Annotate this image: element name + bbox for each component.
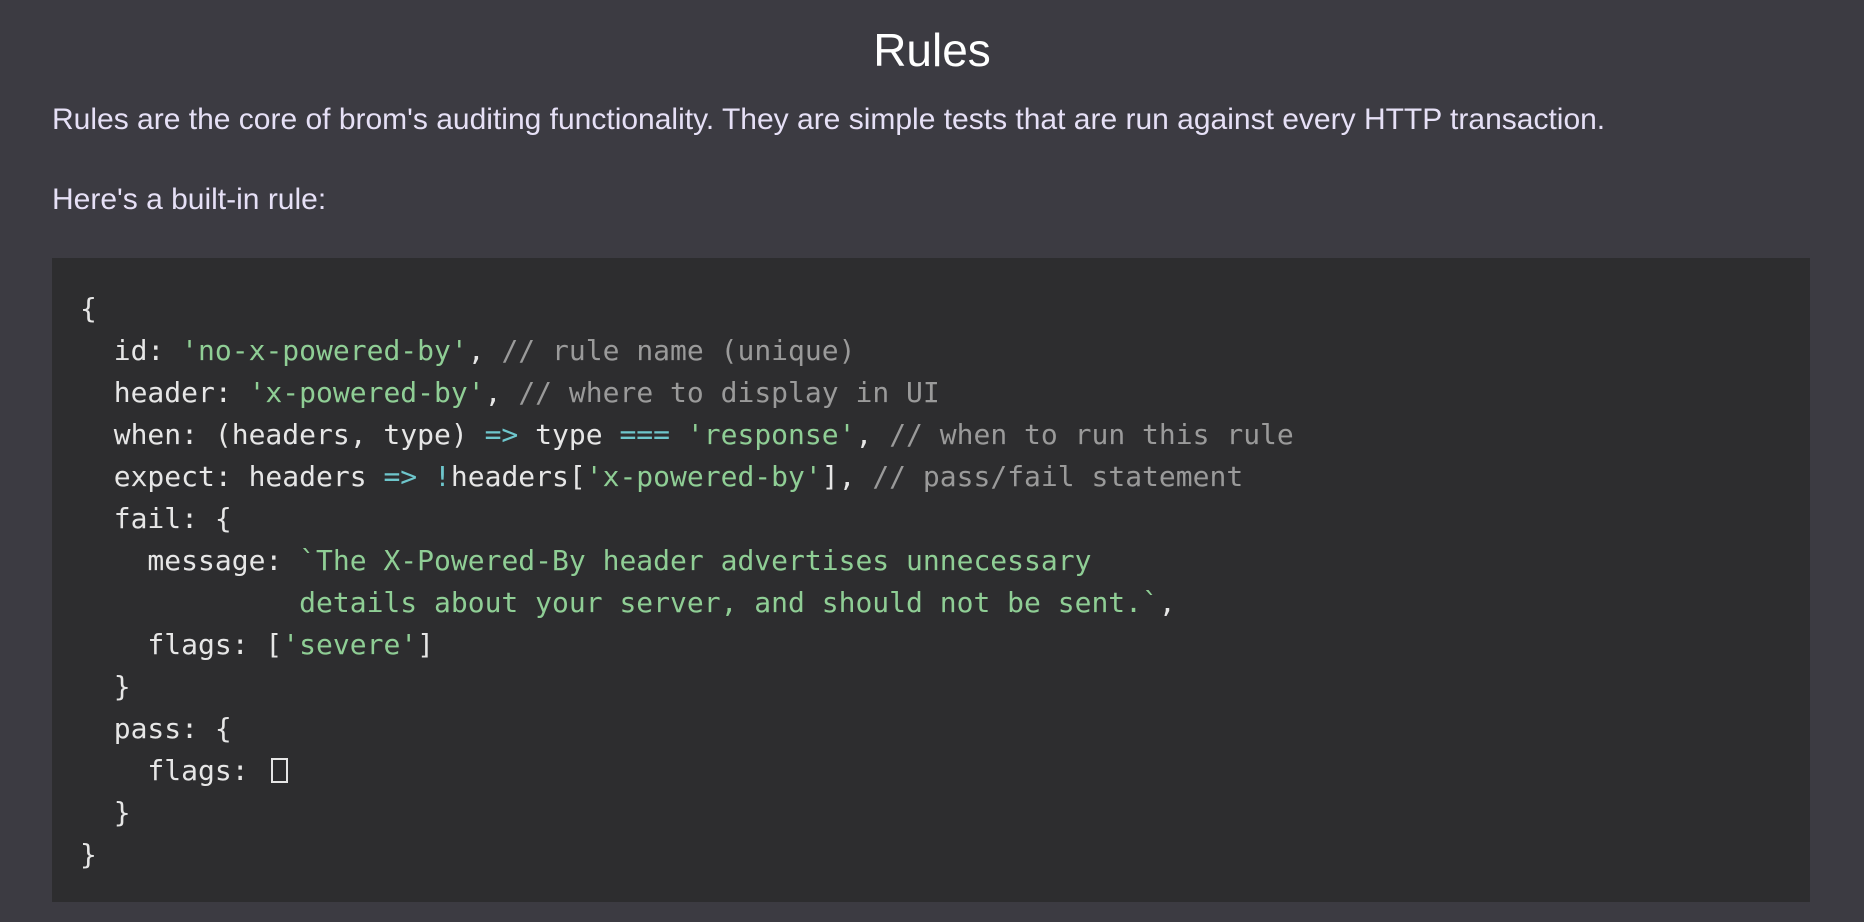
- code-line: pass: {: [80, 708, 1782, 750]
- code-operator: =>: [383, 460, 418, 493]
- code-text: flags:: [80, 754, 266, 787]
- code-text: expect: headers: [80, 460, 384, 493]
- lead-paragraph: Here's a built-in rule:: [52, 183, 327, 216]
- code-text: ],: [821, 460, 873, 493]
- code-text: id:: [80, 334, 182, 367]
- code-comment: // rule name (unique): [501, 334, 856, 367]
- code-line: message: `The X-Powered-By header advert…: [80, 540, 1782, 582]
- code-line: expect: headers => !headers['x-powered-b…: [80, 456, 1782, 498]
- code-line: }: [80, 666, 1782, 708]
- code-text: message:: [80, 544, 300, 577]
- code-text: ]: [417, 628, 435, 661]
- code-text: {: [80, 292, 97, 325]
- code-line: id: 'no-x-powered-by', // rule name (uni…: [80, 330, 1782, 372]
- code-text: pass: {: [80, 712, 232, 745]
- code-text: when: (headers, type): [80, 418, 485, 451]
- code-comment: // when to run this rule: [889, 418, 1294, 451]
- code-line: }: [80, 792, 1782, 834]
- code-line: }: [80, 834, 1782, 876]
- code-text: header:: [80, 376, 249, 409]
- code-text: headers[: [450, 460, 586, 493]
- code-operator: !: [434, 460, 451, 493]
- code-string: details about your server, and should no…: [80, 586, 1159, 619]
- code-string: 'x-powered-by': [248, 376, 485, 409]
- code-comment: // where to display in UI: [518, 376, 940, 409]
- code-string: 'no-x-powered-by': [181, 334, 468, 367]
- code-text: ,: [1158, 586, 1176, 619]
- code-operator: =>: [484, 418, 519, 451]
- code-string: 'severe': [282, 628, 418, 661]
- code-string: `The X-Powered-By header advertises unne…: [299, 544, 1092, 577]
- code-text: }: [80, 838, 97, 871]
- code-line: {: [80, 288, 1782, 330]
- code-text: fail: {: [80, 502, 232, 535]
- intro-paragraph: Rules are the core of brom's auditing fu…: [52, 103, 1606, 136]
- code-comment: // pass/fail statement: [872, 460, 1244, 493]
- code-line: fail: {: [80, 498, 1782, 540]
- code-text: ,: [484, 376, 519, 409]
- code-text: flags: [: [80, 628, 283, 661]
- code-line: header: 'x-powered-by', // where to disp…: [80, 372, 1782, 414]
- code-line: details about your server, and should no…: [80, 582, 1782, 624]
- code-line: flags:: [80, 750, 1782, 792]
- empty-array-glyph: [271, 758, 288, 784]
- code-text: }: [80, 670, 131, 703]
- code-block: { id: 'no-x-powered-by', // rule name (u…: [52, 258, 1810, 902]
- code-line: flags: ['severe']: [80, 624, 1782, 666]
- code-text: ,: [855, 418, 890, 451]
- code-string: 'response': [686, 418, 856, 451]
- page-title: Rules: [873, 24, 991, 76]
- code-operator: ===: [619, 418, 671, 451]
- code-line: when: (headers, type) => type === 'respo…: [80, 414, 1782, 456]
- code-text: ,: [467, 334, 502, 367]
- code-text: }: [80, 796, 131, 829]
- code-text: type: [518, 418, 620, 451]
- code-string: 'x-powered-by': [585, 460, 822, 493]
